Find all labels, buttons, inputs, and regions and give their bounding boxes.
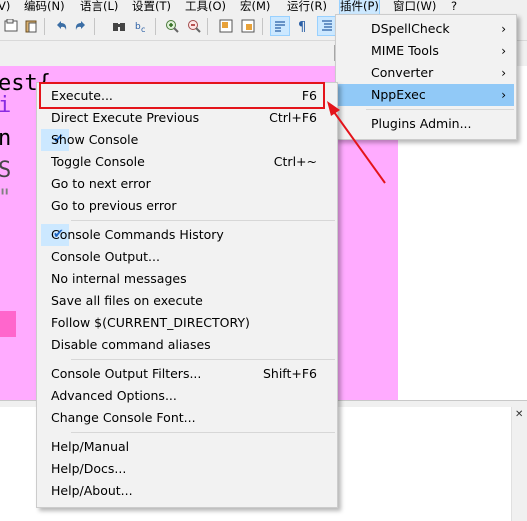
menu-item-label: Converter bbox=[371, 65, 434, 80]
menu-item-shortcut: Ctrl+~ bbox=[273, 154, 317, 169]
zoom-in-icon[interactable] bbox=[163, 17, 181, 35]
menu-item-label: Follow $(CURRENT_DIRECTORY) bbox=[51, 315, 250, 330]
plugins-menu: DSpellCheck › MIME Tools › Converter › NppExec… bbox=[335, 14, 517, 140]
annotation-highlight-box bbox=[39, 82, 325, 109]
menu-separator bbox=[71, 359, 335, 360]
close-panel-icon[interactable]: ✕ bbox=[515, 409, 523, 420]
submenu-arrow-icon: › bbox=[501, 44, 506, 58]
nppexec-menu-item[interactable]: No internal messages bbox=[39, 268, 335, 290]
menu-separator bbox=[71, 432, 335, 433]
submenu-arrow-icon: › bbox=[501, 88, 506, 102]
menu-item-label: Plugins Admin... bbox=[371, 116, 472, 131]
indent-guide-icon[interactable] bbox=[317, 16, 337, 36]
menu-item-label: NppExec bbox=[371, 87, 426, 102]
menubar-item[interactable]: 工具(O) bbox=[185, 0, 226, 14]
nppexec-menu-item[interactable]: ✔ Console Commands History bbox=[39, 224, 335, 246]
menu-item-label: Save all files on execute bbox=[51, 293, 203, 308]
nppexec-menu-item[interactable]: Help/Docs... bbox=[39, 458, 335, 480]
console-panel-bar: ✕ bbox=[511, 407, 527, 521]
nppexec-menu-item[interactable]: Change Console Font... bbox=[39, 407, 335, 429]
redo-icon[interactable] bbox=[72, 17, 90, 35]
nppexec-menu-item[interactable]: Advanced Options... bbox=[39, 385, 335, 407]
nppexec-menu-item[interactable]: ✔ Show Console bbox=[39, 129, 335, 151]
menu-item-label: Disable command aliases bbox=[51, 337, 211, 352]
plugins-menu-item[interactable]: Plugins Admin... bbox=[338, 113, 514, 135]
submenu-arrow-icon: › bbox=[501, 66, 506, 80]
plugins-menu-item[interactable]: MIME Tools › bbox=[338, 40, 514, 62]
paste-icon[interactable] bbox=[22, 17, 40, 35]
menubar-item[interactable]: V) bbox=[0, 0, 10, 14]
current-line-highlight bbox=[0, 311, 16, 337]
menu-item-label: Show Console bbox=[51, 132, 139, 147]
replace-icon[interactable]: bc bbox=[132, 17, 150, 35]
menu-item-shortcut: Shift+F6 bbox=[262, 366, 317, 381]
menu-item-shortcut: Ctrl+F6 bbox=[269, 110, 317, 125]
menu-item-label: Console Output Filters... bbox=[51, 366, 202, 381]
menu-item-label: No internal messages bbox=[51, 271, 187, 286]
nppexec-menu-item[interactable]: Help/About... bbox=[39, 480, 335, 502]
svg-text:c: c bbox=[141, 25, 145, 33]
menu-item-label: Go to previous error bbox=[51, 198, 177, 213]
show-all-characters-icon[interactable]: ¶ bbox=[293, 17, 311, 35]
menu-item-label: MIME Tools bbox=[371, 43, 439, 58]
nppexec-menu-item[interactable]: Disable command aliases bbox=[39, 334, 335, 356]
menubar-item[interactable]: 插件(P) bbox=[339, 0, 380, 14]
code-line: S bbox=[0, 158, 12, 183]
menu-item-label: Help/About... bbox=[51, 483, 133, 498]
menu-separator bbox=[71, 220, 335, 221]
menu-item-label: Direct Execute Previous bbox=[51, 110, 200, 125]
nppexec-menu-item[interactable]: Toggle Console Ctrl+~ bbox=[39, 151, 335, 173]
menu-item-label: Console Commands History bbox=[51, 227, 224, 242]
nppexec-submenu: Execute... F6 Direct Execute Previous Ctrl+… bbox=[36, 82, 338, 508]
nppexec-menu-item[interactable]: Console Output... bbox=[39, 246, 335, 268]
nppexec-menu-item[interactable]: Console Output Filters... Shift+F6 bbox=[39, 363, 335, 385]
nppexec-menu-item[interactable]: Go to next error bbox=[39, 173, 335, 195]
find-icon[interactable] bbox=[110, 17, 128, 35]
menubar: V) 编码(N) 语言(L) 设置(T) 工具(O) 宏(M) 运行(R) 插件(P) 窗口(W… bbox=[0, 0, 527, 14]
word-wrap-icon[interactable] bbox=[270, 16, 290, 36]
code-line: " bbox=[0, 186, 11, 212]
plugins-menu-item[interactable]: DSpellCheck › bbox=[338, 18, 514, 40]
menubar-item[interactable]: 宏(M) bbox=[240, 0, 270, 14]
menu-item-label: Change Console Font... bbox=[51, 410, 196, 425]
menu-item-label: Go to next error bbox=[51, 176, 151, 191]
sync-horizontal-icon[interactable] bbox=[239, 17, 257, 35]
code-line: i bbox=[0, 93, 12, 118]
menubar-item[interactable]: 语言(L) bbox=[80, 0, 118, 14]
menu-item-label: Help/Manual bbox=[51, 439, 130, 454]
open-file-icon[interactable] bbox=[2, 17, 20, 35]
menu-item-label: DSpellCheck bbox=[371, 21, 450, 36]
code-line: n bbox=[0, 126, 12, 151]
nppexec-menu-item[interactable]: Go to previous error bbox=[39, 195, 335, 217]
sync-vertical-icon[interactable] bbox=[217, 17, 235, 35]
zoom-out-icon[interactable] bbox=[185, 17, 203, 35]
submenu-arrow-icon: › bbox=[501, 22, 506, 36]
menu-item-label: Console Output... bbox=[51, 249, 160, 264]
menubar-item[interactable]: 运行(R) bbox=[287, 0, 327, 14]
menubar-item[interactable]: 编码(N) bbox=[24, 0, 65, 14]
menu-item-label: Help/Docs... bbox=[51, 461, 127, 476]
nppexec-menu-item[interactable]: Follow $(CURRENT_DIRECTORY) bbox=[39, 312, 335, 334]
plugins-menu-item[interactable]: NppExec › bbox=[338, 84, 514, 106]
nppexec-menu-item[interactable]: Help/Manual bbox=[39, 436, 335, 458]
plugins-menu-item[interactable]: Converter › bbox=[338, 62, 514, 84]
menubar-item[interactable]: 设置(T) bbox=[132, 0, 171, 14]
svg-text:¶: ¶ bbox=[298, 20, 306, 33]
menu-item-label: Advanced Options... bbox=[51, 388, 177, 403]
nppexec-menu-item[interactable]: Direct Execute Previous Ctrl+F6 bbox=[39, 107, 335, 129]
menu-item-label: Toggle Console bbox=[51, 154, 145, 169]
menu-separator bbox=[366, 109, 514, 110]
nppexec-menu-item[interactable]: Save all files on execute bbox=[39, 290, 335, 312]
menubar-item[interactable]: ? bbox=[451, 0, 457, 14]
undo-icon[interactable] bbox=[52, 17, 70, 35]
menubar-item[interactable]: 窗口(W) bbox=[393, 0, 436, 14]
